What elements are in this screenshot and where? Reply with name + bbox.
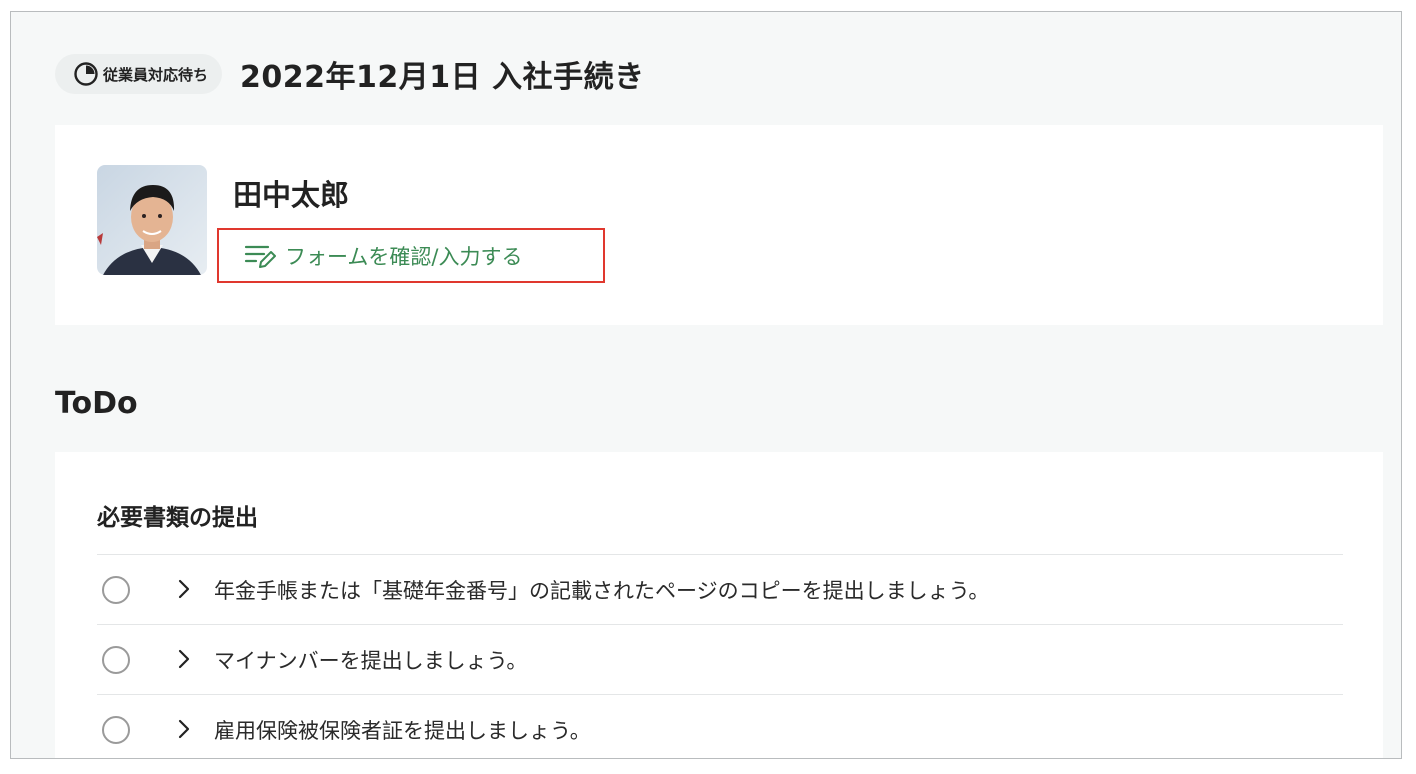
- edit-list-icon: [244, 245, 276, 268]
- todo-item-text: 年金手帳または「基礎年金番号」の記載されたページのコピーを提出しましょう。: [214, 578, 990, 603]
- chevron-right-icon[interactable]: [177, 719, 191, 739]
- form-link-label: フォームを確認/入力する: [285, 244, 523, 269]
- todo-heading: ToDo: [55, 386, 138, 421]
- status-label: 従業員対応待ち: [103, 65, 209, 84]
- todo-item[interactable]: 雇用保険被保険者証を提出しましょう。: [97, 694, 1343, 758]
- circle-check-icon[interactable]: [102, 645, 130, 674]
- form-confirm-input-link[interactable]: フォームを確認/入力する: [217, 228, 605, 283]
- circle-check-icon[interactable]: [102, 575, 130, 604]
- page-title: 2022年12月1日 入社手続き: [240, 60, 645, 95]
- todo-list: 年金手帳または「基礎年金番号」の記載されたページのコピーを提出しましょう。 マイ…: [97, 554, 1343, 758]
- employee-name: 田中太郎: [233, 178, 350, 212]
- chevron-right-icon[interactable]: [177, 579, 191, 599]
- todo-card: 必要書類の提出 年金手帳または「基礎年金番号」の記載されたページのコピーを提出し…: [55, 452, 1383, 758]
- todo-item[interactable]: 年金手帳または「基礎年金番号」の記載されたページのコピーを提出しましょう。: [97, 554, 1343, 624]
- section-title: 必要書類の提出: [97, 505, 258, 531]
- todo-item[interactable]: マイナンバーを提出しましょう。: [97, 624, 1343, 694]
- todo-item-text: マイナンバーを提出しましょう。: [214, 648, 528, 673]
- circle-check-icon[interactable]: [102, 715, 130, 744]
- chevron-right-icon[interactable]: [177, 649, 191, 669]
- pie-progress-icon: [74, 62, 98, 86]
- onboarding-panel: 従業員対応待ち 2022年12月1日 入社手続き 田中太郎 フォームを確認/入力…: [10, 11, 1402, 759]
- employee-card: 田中太郎 フォームを確認/入力する: [55, 125, 1383, 325]
- page-header: 従業員対応待ち 2022年12月1日 入社手続き: [55, 52, 645, 96]
- avatar: [97, 165, 207, 275]
- todo-item-text: 雇用保険被保険者証を提出しましょう。: [214, 718, 591, 743]
- status-badge: 従業員対応待ち: [55, 54, 223, 94]
